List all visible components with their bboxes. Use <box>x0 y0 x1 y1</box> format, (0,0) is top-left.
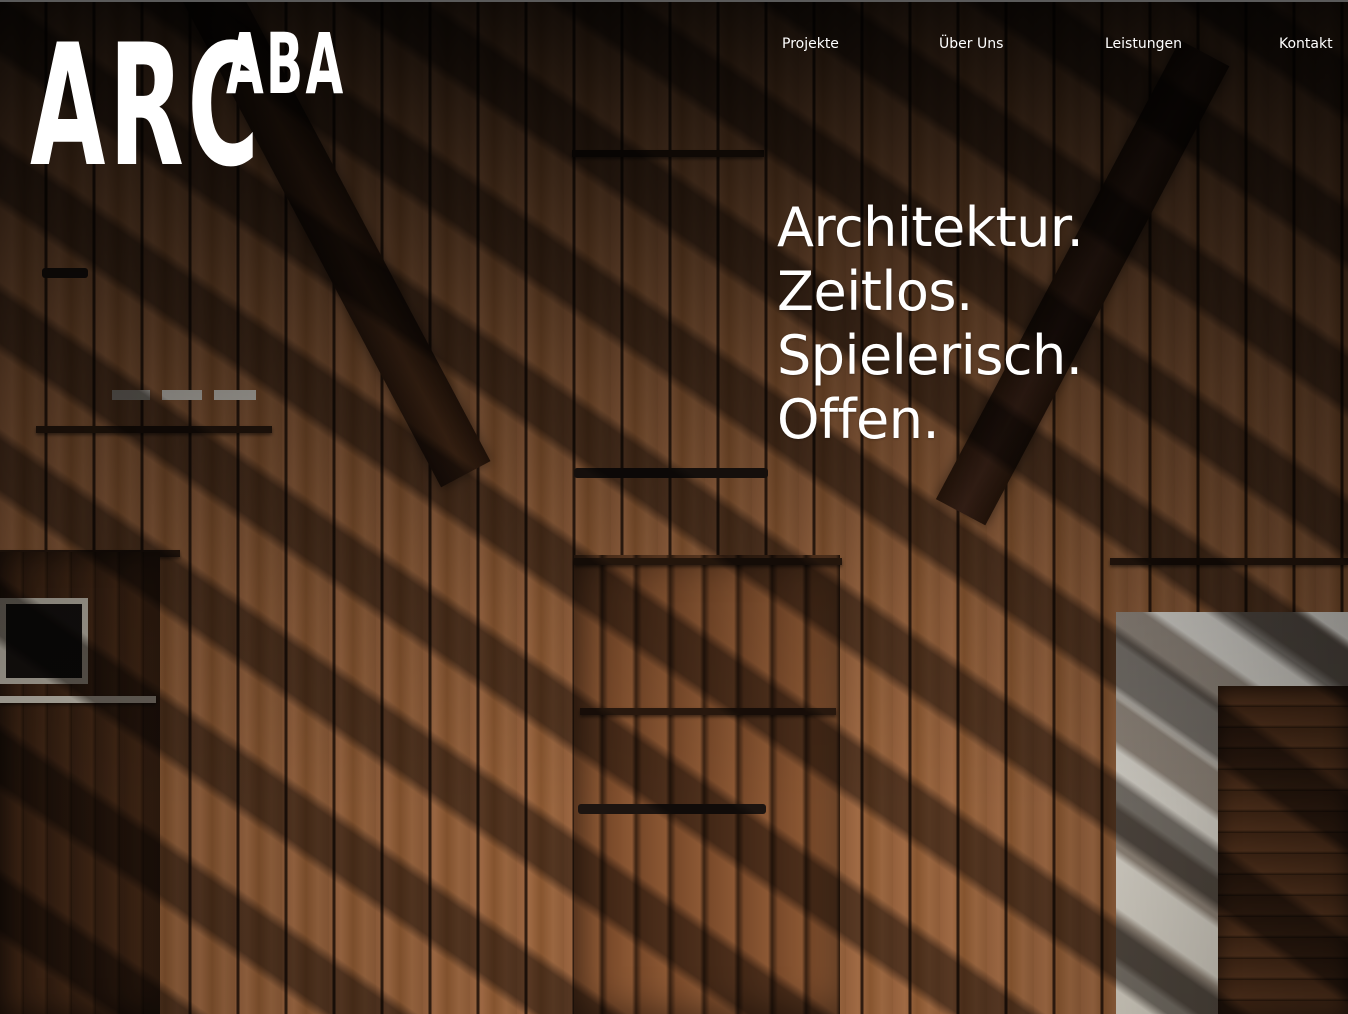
tagline-line: Spielerisch. <box>777 324 1083 387</box>
logo-superscript: ABA <box>226 15 346 113</box>
tagline-line: Zeitlos. <box>777 260 973 323</box>
hero-tagline: Architektur. Zeitlos. Spielerisch. Offen… <box>777 196 1084 452</box>
tagline-line: Offen. <box>777 388 940 451</box>
page: ARC ABA Projekte Über Uns Leistungen Kon… <box>0 0 1348 1014</box>
tagline-line: Architektur. <box>777 196 1084 259</box>
nav-link-projekte[interactable]: Projekte <box>782 35 839 53</box>
nav-link-ueber-uns[interactable]: Über Uns <box>939 35 1003 53</box>
logo-wordmark: ARC <box>30 8 263 204</box>
nav-link-leistungen[interactable]: Leistungen <box>1105 35 1182 53</box>
logo[interactable]: ARC ABA <box>30 22 432 190</box>
top-border <box>0 0 1348 2</box>
nav-link-kontakt[interactable]: Kontakt <box>1279 35 1333 53</box>
